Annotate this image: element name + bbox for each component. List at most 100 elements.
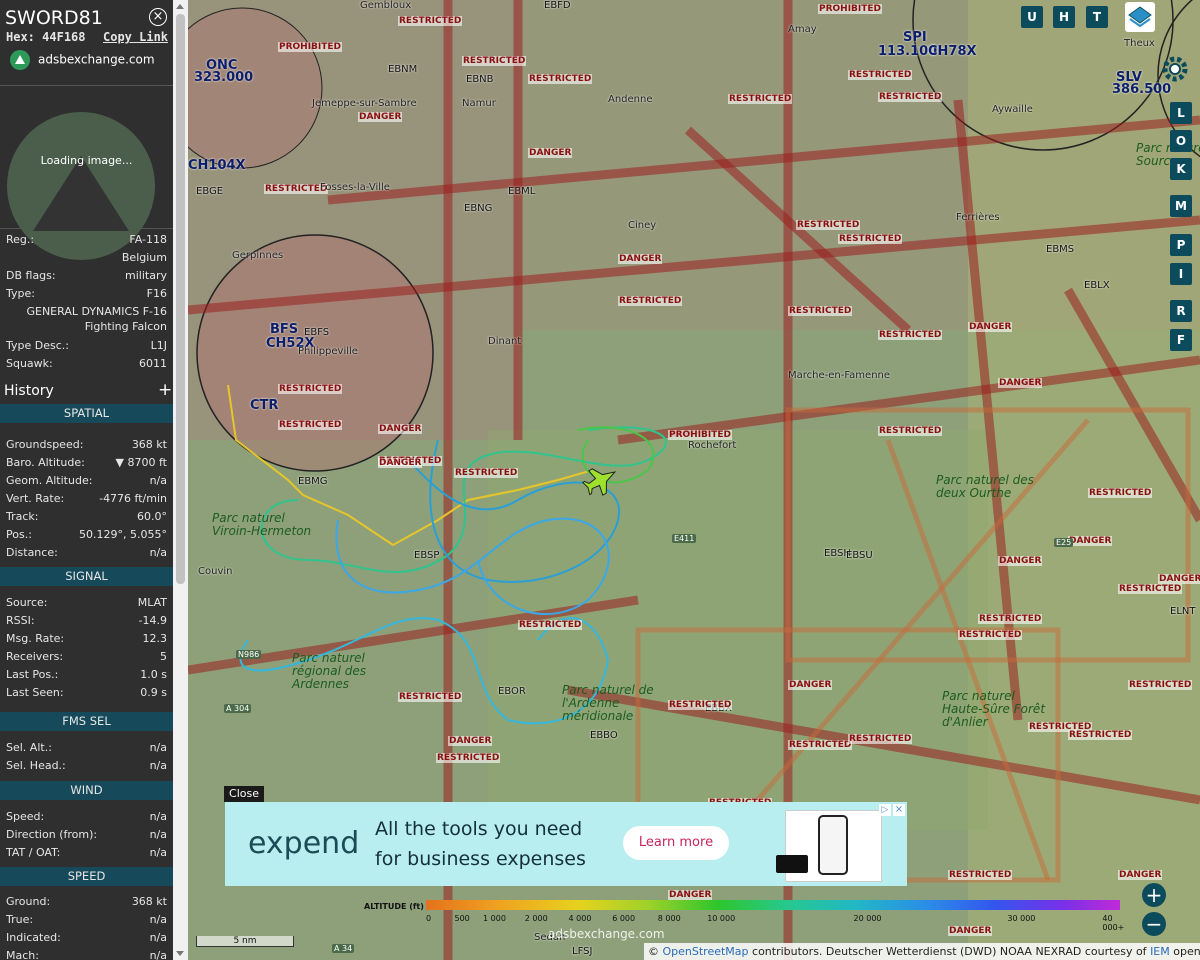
map-button-f[interactable]: F [1170,329,1192,351]
attribution-text: contributors. Deutscher Wetterdienst (DW… [748,945,1151,958]
map-scale-bar: 5 nm [196,936,294,947]
map-button-p[interactable]: P [1170,234,1192,256]
map-button-l[interactable]: L [1170,102,1192,124]
fms-value: n/a [149,759,167,772]
altitude-legend: ALTITUDE (ft) 0 500 1 000 2 000 4 000 6 000 8 … [364,898,1124,932]
iem-link[interactable]: IEM [1150,945,1170,958]
signal-value: 12.3 [142,632,168,645]
signal-value: 0.9 s [140,686,167,699]
scroll-up-icon[interactable] [176,4,184,9]
layers-button[interactable] [1125,2,1155,32]
spatial-value: -4776 ft/min [99,492,167,505]
ad-info-icon[interactable]: ▷ [879,804,891,816]
map-button-u[interactable]: U [1021,6,1043,28]
section-fms[interactable]: FMS SEL [0,712,173,731]
layers-icon [1128,6,1152,28]
altitude-tick: 2 000 [524,914,548,923]
zoom-in-button[interactable]: + [1142,883,1166,907]
hex-value: 44F168 [42,30,86,44]
signal-label: RSSI: [6,614,35,627]
altitude-tick: 0 [426,914,432,923]
map-button-r[interactable]: R [1170,300,1192,322]
spatial-value: 368 kt [131,438,167,451]
signal-label: Last Pos.: [6,668,59,681]
ad-line-1: All the tools you need [375,818,583,840]
altitude-tick: 10 000 [707,914,736,923]
reg-value: FA-118 [129,233,167,246]
dbflags-label: DB flags: [6,269,56,282]
advertisement-banner[interactable]: expend All the tools you need for busine… [225,802,907,886]
close-panel-icon[interactable]: × [149,8,167,26]
signal-label: Last Seen: [6,686,64,699]
history-toggle[interactable]: History [4,383,54,399]
section-signal[interactable]: SIGNAL [0,567,173,586]
fms-value: n/a [149,741,167,754]
spatial-label: Geom. Altitude: [6,474,93,487]
sidebar-scrollbar[interactable] [173,0,188,960]
ad-close-button[interactable]: Close [224,786,264,802]
plane-silhouette-icon [33,156,129,231]
map-button-t[interactable]: T [1086,6,1108,28]
country: Belgium [121,251,167,264]
ad-line-2: for business expenses [375,848,586,870]
speed-value: n/a [149,931,167,944]
speed-label: Mach: [6,949,39,960]
type-label: Type: [6,287,35,300]
ad-product-image [776,810,882,882]
callsign: SWORD81 [5,7,103,29]
phone-graphic [818,815,848,875]
wind-value: n/a [149,810,167,823]
section-spatial[interactable]: SPATIAL [0,404,173,423]
source-link[interactable]: adsbexchange.com [10,50,155,70]
copy-link-button[interactable]: Copy Link [103,30,168,44]
map-watermark: adsbexchange.com [548,927,665,941]
map-button-o[interactable]: O [1170,130,1192,152]
squawk-label: Squawk: [6,357,53,370]
speed-label: Ground: [6,895,51,908]
altitude-tick: 500 [454,914,470,923]
altitude-tick: 30 000 [1007,914,1036,923]
altitude-tick: 8 000 [657,914,681,923]
hex-label: Hex: [6,30,35,44]
altitude-legend-title: ALTITUDE (ft) [364,902,424,911]
typedesc-label: Type Desc.: [6,339,69,352]
signal-label: Receivers: [6,650,64,663]
aircraft-photo[interactable]: Loading image... [0,85,173,260]
dbflags-value: military [125,269,167,282]
map-button-h[interactable]: H [1053,6,1075,28]
loading-text: Loading image... [40,154,133,167]
copyright-symbol: © [648,945,659,958]
reg-label: Reg.: [6,233,35,246]
wind-label: Speed: [6,810,45,823]
map-button-i[interactable]: I [1170,263,1192,285]
card-graphic [776,855,808,873]
signal-value: 1.0 s [140,668,167,681]
scrollbar-thumb[interactable] [176,14,185,584]
ad-dismiss-icon[interactable]: × [893,804,905,816]
wind-label: TAT / OAT: [6,846,61,859]
settings-gear-icon[interactable] [1158,52,1192,86]
spatial-label: Track: [6,510,39,523]
type-value: F16 [146,287,167,300]
map-button-k[interactable]: K [1170,158,1192,180]
map-button-m[interactable]: M [1170,195,1192,217]
aircraft-info-panel: SWORD81 × Hex: 44F168 Copy Link adsbexch… [0,0,173,960]
osm-link[interactable]: OpenStreetMap [663,945,749,958]
section-wind[interactable]: WIND [0,781,173,800]
zoom-out-button[interactable]: − [1142,912,1166,936]
ad-learn-more-button[interactable]: Learn more [623,826,729,860]
wind-value: n/a [149,828,167,841]
speed-value: n/a [149,913,167,926]
wind-label: Direction (from): [6,828,98,841]
scroll-down-icon[interactable] [176,951,184,956]
type-name-2: Fighting Falcon [84,320,167,333]
openaip-text: openAIP.net [1173,945,1200,958]
wind-value: n/a [149,846,167,859]
section-speed[interactable]: SPEED [0,867,173,886]
altitude-tick: 4 000 [568,914,592,923]
history-expand-icon[interactable]: + [158,380,172,400]
spatial-label: Distance: [6,546,58,559]
speed-label: True: [6,913,34,926]
signal-value: 5 [160,650,167,663]
signal-value: MLAT [137,596,167,609]
